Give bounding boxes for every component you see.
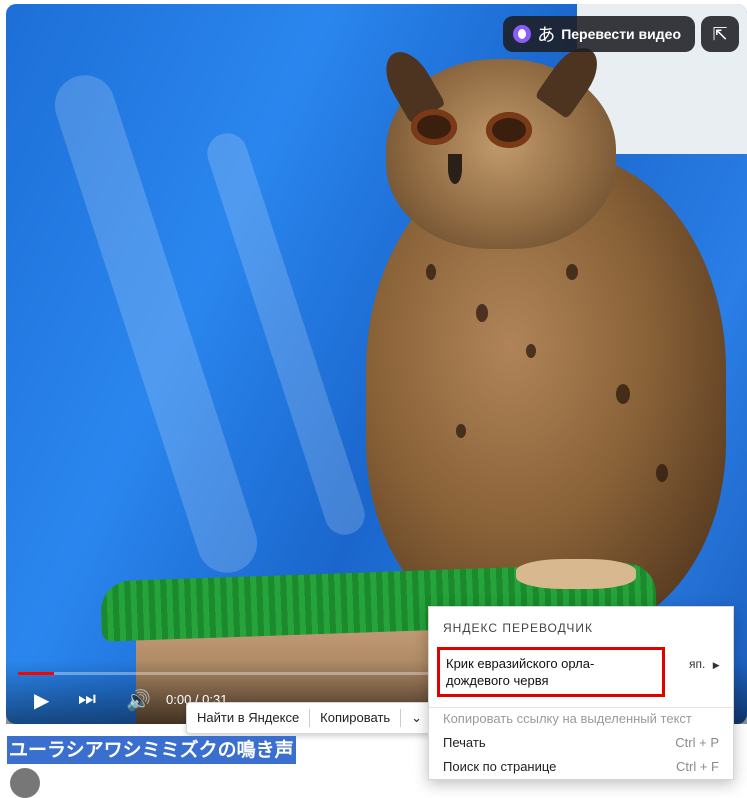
- avatar[interactable]: [10, 768, 40, 798]
- copy-button[interactable]: Копировать: [310, 703, 400, 733]
- owl-spot: [526, 344, 536, 358]
- selected-video-title: ユーラシアワシミミズクの鳴き声: [7, 736, 296, 764]
- translate-video-label: Перевести видео: [561, 26, 681, 42]
- translator-header: ЯНДЕКС ПЕРЕВОДЧИК: [443, 621, 593, 635]
- menu-item-find-on-page[interactable]: Поиск по странице: [443, 759, 556, 774]
- find-in-yandex-button[interactable]: Найти в Яндексе: [187, 703, 309, 733]
- alice-icon: [513, 25, 532, 43]
- translate-video-button[interactable]: あ Перевести видео: [503, 16, 695, 52]
- owl-talons: [516, 559, 636, 589]
- owl-spot: [426, 264, 436, 280]
- play-icon[interactable]: ▶: [34, 688, 49, 713]
- owl-spot: [616, 384, 630, 404]
- owl-spot: [476, 304, 488, 322]
- menu-item-copy-link[interactable]: Копировать ссылку на выделенный текст: [443, 711, 692, 726]
- menu-divider: [429, 707, 733, 708]
- context-menu: ЯНДЕКС ПЕРЕВОДЧИК Крик евразийского орла…: [428, 606, 734, 780]
- language-label: яп.: [689, 657, 706, 671]
- progress-fill: [18, 672, 54, 675]
- find-shortcut: Ctrl + F: [676, 759, 719, 774]
- print-shortcut: Ctrl + P: [675, 735, 719, 750]
- owl-beak: [448, 154, 462, 184]
- next-icon[interactable]: ⏭: [78, 688, 96, 711]
- popout-icon[interactable]: ⇱: [701, 16, 739, 52]
- language-selector[interactable]: яп. ▶: [689, 657, 720, 671]
- chevron-right-icon: ▶: [712, 660, 720, 670]
- menu-item-print[interactable]: Печать: [443, 735, 486, 750]
- owl-eye-left: [411, 109, 457, 145]
- translation-result[interactable]: Крик евразийского орла-дождевого червя: [437, 647, 665, 697]
- selection-toolbar: Найти в Яндексе Копировать ⌄: [186, 702, 434, 734]
- translate-glyph-icon: あ: [537, 25, 556, 46]
- owl-spot: [656, 464, 668, 482]
- volume-icon[interactable]: 🔊: [126, 688, 151, 713]
- owl-spot: [566, 264, 578, 280]
- owl-spot: [456, 424, 466, 438]
- owl-eye-right: [486, 112, 532, 148]
